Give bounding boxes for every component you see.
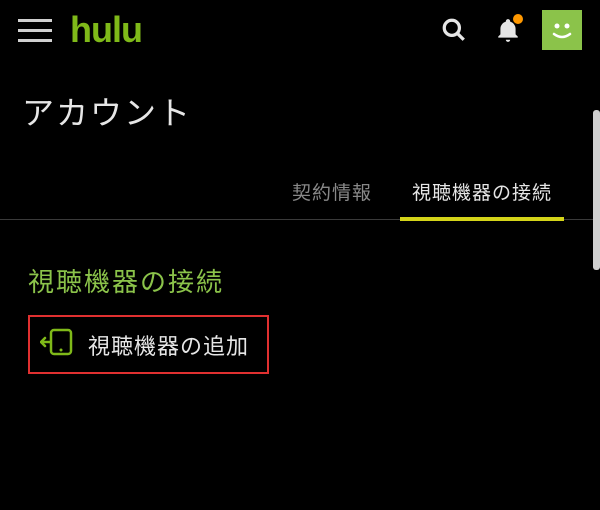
add-device-icon: [40, 327, 74, 362]
search-icon[interactable]: [434, 10, 474, 50]
section-title: 視聴機器の接続: [28, 262, 572, 299]
page-title: アカウント: [0, 60, 600, 164]
add-device-button[interactable]: 視聴機器の追加: [28, 315, 269, 374]
app-header: hulu: [0, 0, 600, 60]
tab-contract-info[interactable]: 契約情報: [272, 164, 392, 219]
tab-device-connection[interactable]: 視聴機器の接続: [392, 164, 572, 219]
profile-avatar[interactable]: [542, 10, 582, 50]
notification-dot-icon: [513, 14, 523, 24]
menu-icon[interactable]: [18, 19, 52, 42]
device-connection-section: 視聴機器の接続 視聴機器の追加: [0, 220, 600, 374]
hulu-logo[interactable]: hulu: [70, 12, 142, 48]
tabs: 契約情報 視聴機器の接続: [0, 164, 600, 220]
scrollbar-thumb[interactable]: [593, 110, 600, 270]
add-device-label: 視聴機器の追加: [88, 329, 249, 361]
notification-bell-icon[interactable]: [488, 10, 528, 50]
